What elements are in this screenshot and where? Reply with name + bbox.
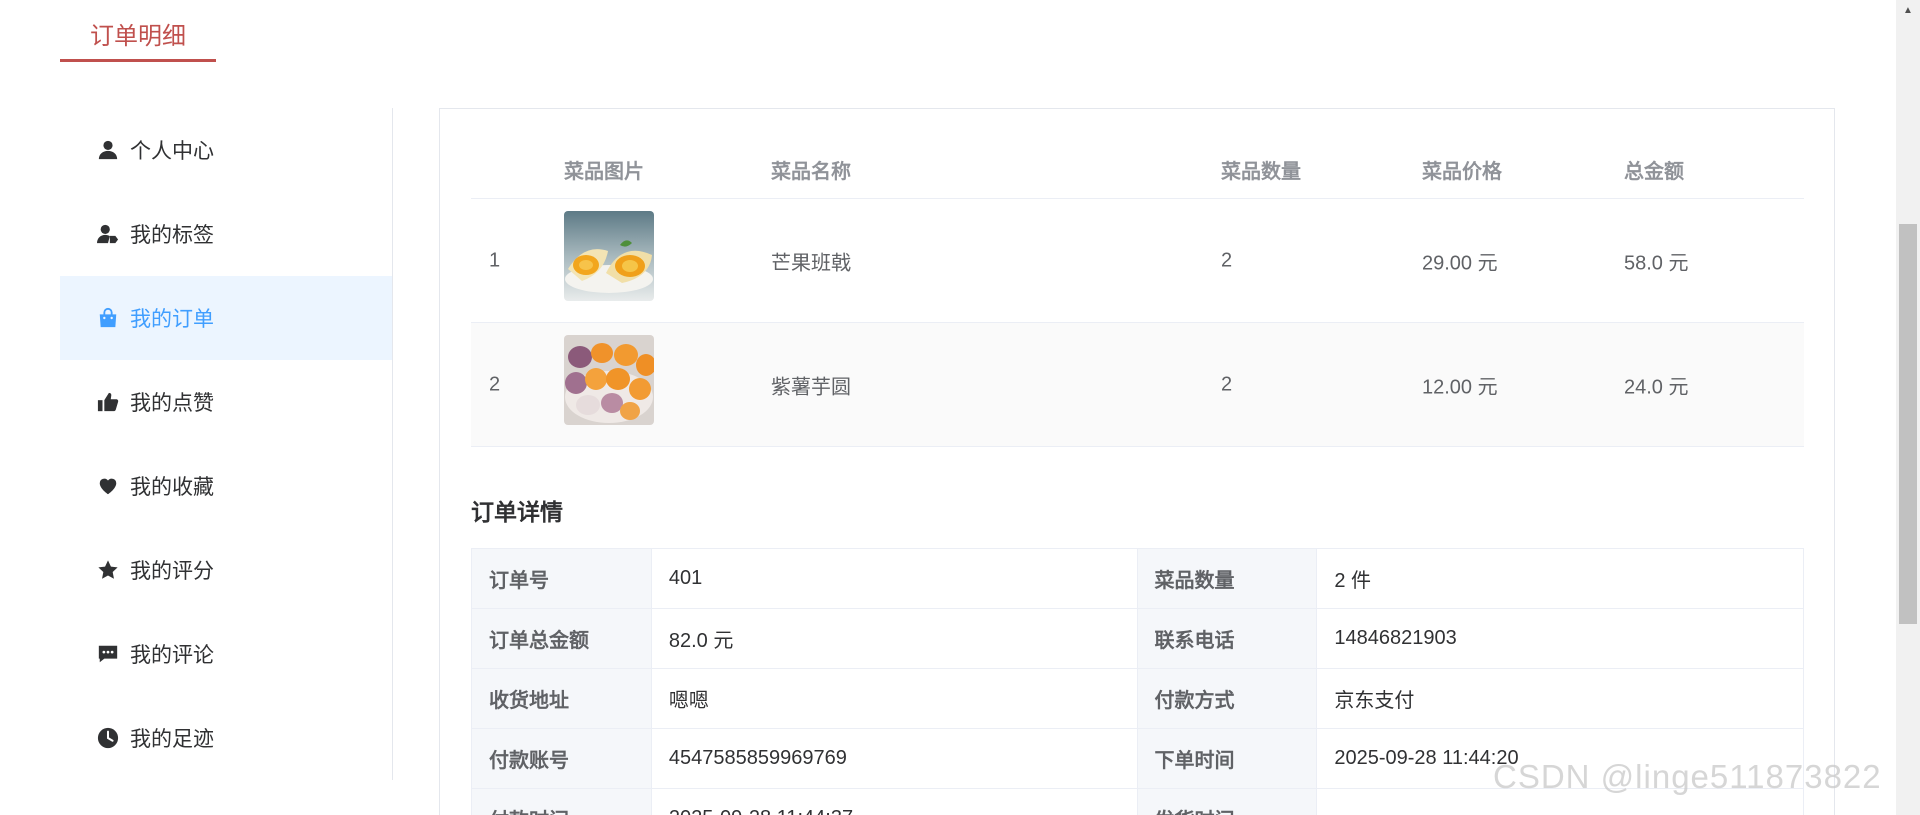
sidebar-item-ratings[interactable]: 我的评分 <box>60 528 392 612</box>
tab-order-detail[interactable]: 订单明细 <box>60 0 216 62</box>
detail-value: 嗯嗯 <box>651 669 1138 729</box>
detail-row: 订单号 401 菜品数量 2 件 <box>472 549 1804 609</box>
detail-label: 下单时间 <box>1137 729 1318 789</box>
detail-label: 收货地址 <box>472 669 652 729</box>
sidebar-item-label: 我的收藏 <box>130 476 214 499</box>
detail-label: 订单总金额 <box>472 609 652 669</box>
detail-value: 2025-09-28 11:44:37 <box>651 789 1138 815</box>
comment-icon <box>96 642 120 666</box>
scroll-thumb[interactable] <box>1899 224 1917 624</box>
sidebar-item-history[interactable]: 我的足迹 <box>60 696 392 780</box>
detail-value: 2 件 <box>1317 549 1804 609</box>
thumbs-up-icon <box>96 390 120 414</box>
column-header-quantity: 菜品数量 <box>1221 161 1301 183</box>
star-icon <box>96 558 120 582</box>
order-content-panel: 菜品图片 菜品名称 菜品数量 菜品价格 总金额 1 芒果班戟 2 29.00 元… <box>439 108 1835 815</box>
detail-row: 收货地址 嗯嗯 付款方式 京东支付 <box>472 669 1804 729</box>
sidebar-item-profile[interactable]: 个人中心 <box>60 108 392 192</box>
watermark: CSDN @linge511873822 <box>1493 758 1882 795</box>
detail-label: 菜品数量 <box>1137 549 1318 609</box>
sidebar-item-label: 我的评论 <box>130 644 214 667</box>
detail-label: 联系电话 <box>1137 609 1318 669</box>
sidebar-item-likes[interactable]: 我的点赞 <box>60 360 392 444</box>
detail-label: 付款时间 <box>472 789 652 815</box>
sidebar-item-label: 我的足迹 <box>130 728 214 751</box>
dish-table-header: 菜品图片 菜品名称 菜品数量 菜品价格 总金额 <box>471 135 1804 199</box>
detail-value: 82.0 元 <box>651 609 1138 669</box>
row-index: 2 <box>489 373 501 395</box>
column-header-price: 菜品价格 <box>1422 161 1502 183</box>
dish-quantity: 2 <box>1221 373 1233 395</box>
detail-label: 发货时间 <box>1137 789 1318 815</box>
dish-total: 58.0 元 <box>1624 252 1689 274</box>
detail-label: 订单号 <box>472 549 652 609</box>
sidebar-item-label: 我的点赞 <box>130 392 214 415</box>
heart-icon <box>96 474 120 498</box>
column-header-image: 菜品图片 <box>564 161 644 183</box>
column-header-name: 菜品名称 <box>771 161 851 183</box>
dish-name: 紫薯芋圆 <box>771 376 851 398</box>
detail-value: 14846821903 <box>1317 609 1804 669</box>
detail-row: 订单总金额 82.0 元 联系电话 14846821903 <box>472 609 1804 669</box>
order-detail-title: 订单详情 <box>471 499 563 525</box>
sidebar-item-label: 我的标签 <box>130 224 214 247</box>
sidebar-item-favorites[interactable]: 我的收藏 <box>60 444 392 528</box>
detail-label: 付款方式 <box>1137 669 1318 729</box>
taro-ball-photo <box>564 335 654 425</box>
detail-value: 4547585859969769 <box>651 729 1138 789</box>
sidebar-item-label: 我的订单 <box>130 308 214 331</box>
sidebar-item-orders[interactable]: 我的订单 <box>60 276 392 360</box>
sidebar-item-label: 个人中心 <box>130 140 214 163</box>
page-scrollbar[interactable]: ▲ <box>1896 0 1920 815</box>
row-index: 1 <box>489 249 501 271</box>
user-icon <box>96 138 120 162</box>
dish-total: 24.0 元 <box>1624 376 1689 398</box>
sidebar: 个人中心 我的标签 我的订单 我的点赞 我的收藏 我的评分 我的评论 我的足迹 <box>60 108 393 780</box>
detail-value: 401 <box>651 549 1138 609</box>
shopping-bag-icon <box>96 306 120 330</box>
column-header-total: 总金额 <box>1624 161 1684 183</box>
detail-label: 付款账号 <box>472 729 652 789</box>
dish-table: 菜品图片 菜品名称 菜品数量 菜品价格 总金额 1 芒果班戟 2 29.00 元… <box>471 135 1804 447</box>
dish-price: 12.00 元 <box>1422 376 1498 398</box>
tab-order-detail-label: 订单明细 <box>90 23 186 50</box>
dish-name: 芒果班戟 <box>771 252 851 274</box>
dish-quantity: 2 <box>1221 249 1233 271</box>
sidebar-item-label: 我的评分 <box>130 560 214 583</box>
table-row[interactable]: 2 紫薯芋圆 2 12.00 元 24.0 元 <box>471 323 1804 447</box>
scroll-up-arrow-icon[interactable]: ▲ <box>1896 0 1920 20</box>
detail-value: 京东支付 <box>1317 669 1804 729</box>
mango-pancake-photo <box>564 211 654 301</box>
dish-price: 29.00 元 <box>1422 252 1498 274</box>
sidebar-item-comments[interactable]: 我的评论 <box>60 612 392 696</box>
sidebar-item-tags[interactable]: 我的标签 <box>60 192 392 276</box>
clock-icon <box>96 726 120 750</box>
user-tag-icon <box>96 222 120 246</box>
table-row[interactable]: 1 芒果班戟 2 29.00 元 58.0 元 <box>471 199 1804 323</box>
